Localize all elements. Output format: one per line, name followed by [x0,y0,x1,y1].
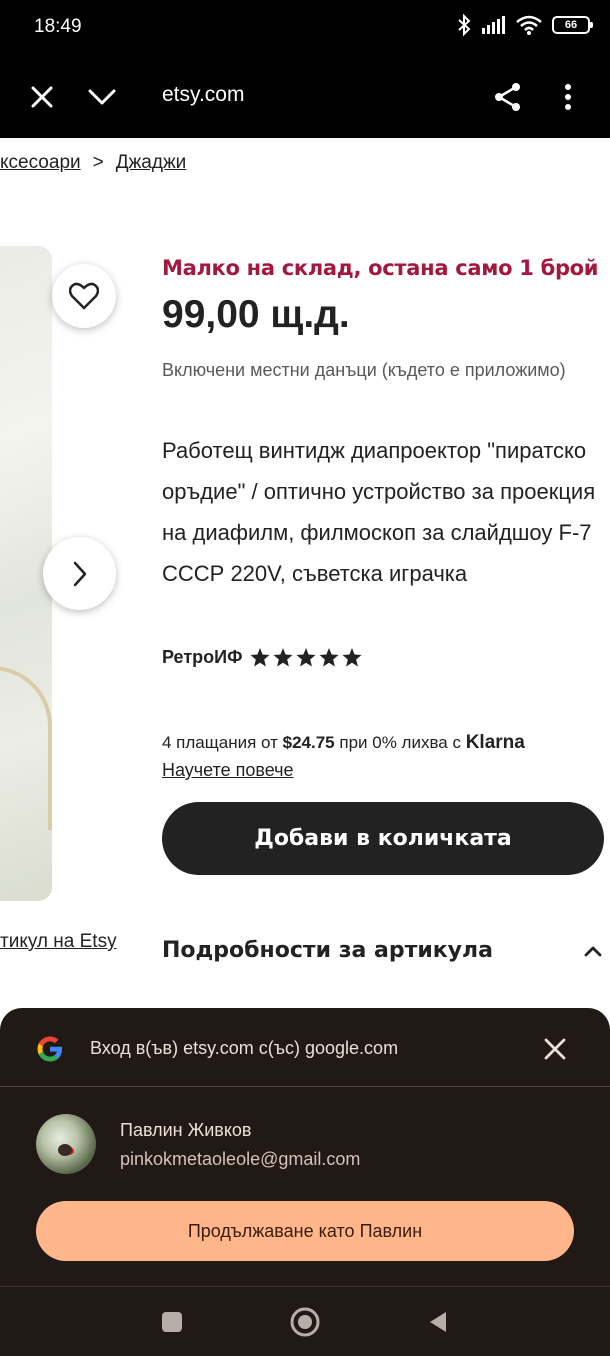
price: 99,00 щ.д. [162,293,350,336]
bluetooth-icon [458,14,471,36]
minimize-button[interactable] [80,75,124,119]
system-nav-bar [0,1286,610,1356]
stock-notice: Малко на склад, остана само 1 брой [162,256,599,280]
star-icon [273,648,293,667]
battery-level: 66 [564,19,578,31]
google-logo-icon [37,1036,62,1062]
learn-more-link[interactable]: Научете повече [162,760,294,781]
account-email: pinkokmetaoleole@gmail.com [120,1149,361,1169]
klarna-suffix: при 0% лихва с [339,733,461,752]
breadcrumb: ксесоари > Джаджи [0,152,186,174]
chevron-down-icon [88,89,116,105]
klarna-prefix: 4 плащания от [162,733,278,752]
share-icon [495,83,520,111]
klarna-logo: Klarna [465,732,525,753]
home-button[interactable] [283,1300,327,1344]
account-name: Павлин Живков [120,1120,252,1140]
sheet-close-button[interactable] [536,1030,574,1068]
recents-icon [162,1312,182,1332]
chevron-up-icon [584,946,602,956]
page-content: ксесоари > Джаджи тикул на Etsy Малко на… [0,138,610,1008]
next-image-button[interactable] [43,537,116,610]
tax-note: Включени местни данъци (където е приложи… [162,360,566,380]
rating-stars [250,648,362,667]
favorite-button[interactable] [52,264,116,328]
continue-as-button[interactable]: Продължаване като Павлин [36,1201,574,1261]
star-icon [342,648,362,667]
browser-toolbar: etsy.com [0,56,610,138]
klarna-installments: 4 плащания от $24.75 при 0% лихва с Klar… [162,732,525,754]
breadcrumb-link-gadgets[interactable]: Джаджи [116,152,187,174]
shop-name[interactable]: РетроИФ [162,647,242,668]
nav-divider [0,1286,610,1287]
status-icons: 66 [456,14,593,36]
sheet-divider [0,1086,610,1087]
recents-button[interactable] [150,1300,194,1344]
account-avatar [36,1114,96,1174]
close-icon [544,1038,566,1060]
url-text[interactable]: etsy.com [162,83,244,107]
close-icon [31,86,53,108]
status-bar: 18:49 66 [0,0,610,56]
breadcrumb-separator: > [92,152,104,173]
item-details-label: Подробности за артикула [162,938,493,963]
sheet-header: Вход в(ъв) etsy.com с(ъс) google.com [0,1008,610,1086]
heart-icon [69,282,99,310]
status-time: 18:49 [34,16,82,37]
more-options-button[interactable] [546,75,590,119]
product-title: Работещ винтидж диапроектор "пиратско ор… [162,438,596,586]
battery-icon: 66 [552,16,593,34]
back-icon [430,1312,446,1332]
back-button[interactable] [416,1300,460,1344]
home-icon [290,1307,320,1337]
wifi-icon [516,15,542,35]
close-tab-button[interactable] [20,75,64,119]
more-vert-icon [565,84,571,110]
item-details-toggle[interactable]: Подробности за артикула [162,938,602,963]
report-item-link[interactable]: тикул на Etsy [0,931,117,953]
signal-icon [482,16,505,34]
chevron-right-icon [73,561,86,586]
shop-row[interactable]: РетроИФ [162,647,362,668]
breadcrumb-link-accessories[interactable]: ксесоари [0,152,81,174]
star-icon [319,648,339,667]
star-icon [296,648,316,667]
sheet-title: Вход в(ъв) etsy.com с(ъс) google.com [90,1038,399,1058]
google-signin-sheet: Вход в(ъв) etsy.com с(ъс) google.com Пав… [0,1008,610,1286]
add-to-cart-button[interactable]: Добави в количката [162,802,604,875]
star-icon [250,648,270,667]
klarna-amount: $24.75 [282,733,335,752]
share-button[interactable] [486,75,530,119]
